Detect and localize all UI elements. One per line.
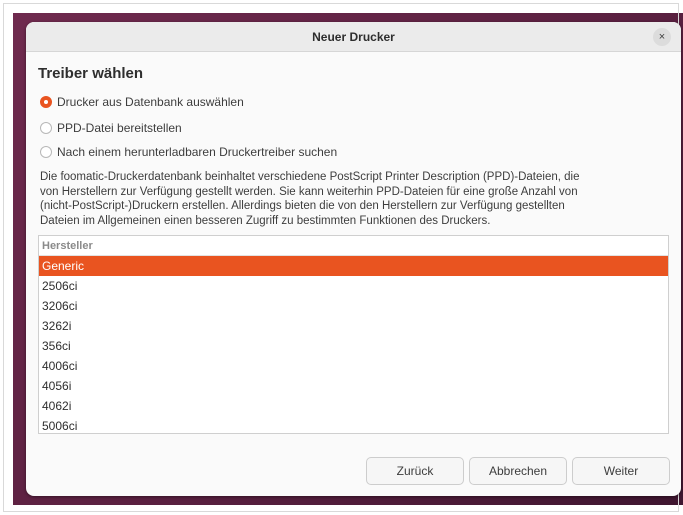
window-title: Neuer Drucker (312, 30, 395, 44)
option-database-label: Drucker aus Datenbank auswählen (57, 95, 244, 109)
section-title: Treiber wählen (38, 65, 144, 82)
titlebar: Neuer Drucker × (26, 22, 681, 52)
description-line: Die foomatic-Druckerdatenbank beinhaltet… (40, 171, 580, 183)
radio-ppd-file[interactable] (40, 122, 52, 134)
description-line: von Herstellern zur Verfügung gestellt w… (40, 185, 578, 198)
new-printer-dialog: Neuer Drucker × Treiber wählen Drucker a… (26, 22, 681, 496)
cancel-button[interactable]: Abbrechen (469, 457, 567, 485)
close-icon[interactable]: × (653, 28, 671, 46)
radio-download-driver[interactable] (40, 146, 52, 158)
option-database[interactable]: Drucker aus Datenbank auswählen (40, 93, 244, 111)
list-item-manufacturer[interactable]: 4006ci (39, 356, 668, 376)
list-item-manufacturer[interactable]: 4056i (39, 376, 668, 396)
list-item-manufacturer[interactable]: 5006ci (39, 416, 668, 433)
list-item-manufacturer[interactable]: 3262i (39, 316, 668, 336)
list-item-manufacturer[interactable]: 4062i (39, 396, 668, 416)
column-header-manufacturer[interactable]: Hersteller (39, 236, 668, 256)
list-item-manufacturer[interactable]: 2506ci (39, 276, 668, 296)
list-item-manufacturer[interactable]: Generic (39, 256, 668, 276)
description-line: Dateien im Allgemeinen einen besseren Zu… (40, 214, 491, 227)
list-item-manufacturer[interactable]: 3206ci (39, 296, 668, 316)
list-item-manufacturer[interactable]: 356ci (39, 336, 668, 356)
next-button[interactable]: Weiter (572, 457, 670, 485)
option-ppd-file[interactable]: PPD-Datei bereitstellen (40, 119, 182, 137)
option-download-driver[interactable]: Nach einem herunterladbaren Druckertreib… (40, 143, 337, 161)
manufacturer-list[interactable]: Hersteller Generic 2506ci 3206ci 3262i 3… (38, 235, 669, 434)
option-ppd-file-label: PPD-Datei bereitstellen (57, 121, 182, 135)
back-button[interactable]: Zurück (366, 457, 464, 485)
description-line: (nicht-PostScript-)Druckern erstellen. A… (40, 200, 565, 212)
option-download-driver-label: Nach einem herunterladbaren Druckertreib… (57, 145, 338, 159)
description-text: Die foomatic-Druckerdatenbank beinhaltet… (40, 170, 670, 228)
radio-database[interactable] (40, 96, 52, 108)
